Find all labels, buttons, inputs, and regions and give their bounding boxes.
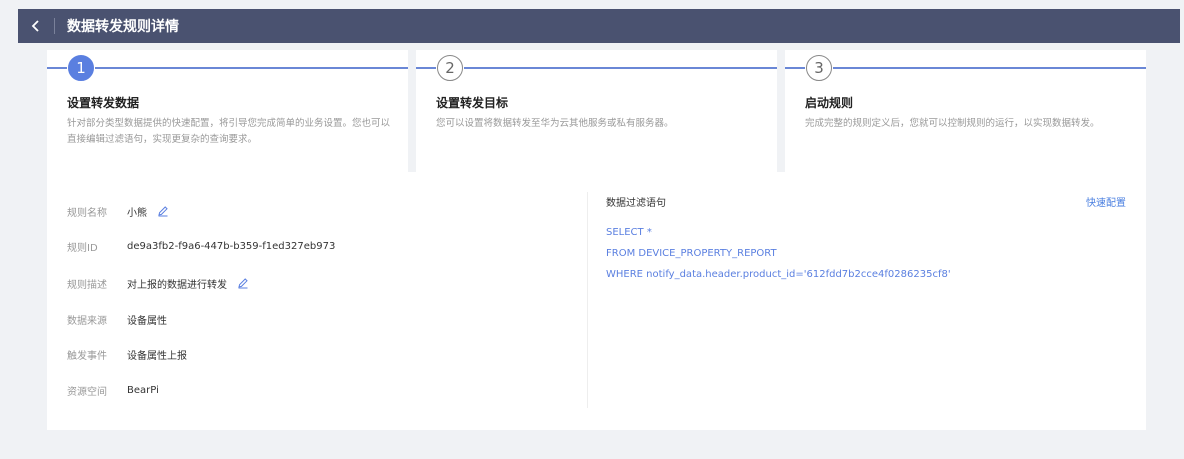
step-line: [833, 67, 1146, 69]
step-desc-2: 您可以设置将数据转发至华为云其他服务或私有服务器。: [436, 118, 674, 129]
step-circle-2: 2: [437, 55, 463, 81]
field-data-source: 数据来源 设备属性: [67, 311, 167, 327]
field-label: 资源空间: [67, 386, 107, 398]
back-button[interactable]: [18, 9, 54, 43]
chevron-left-icon: [31, 20, 39, 32]
step-desc-1: 针对部分类型数据提供的快速配置，将引导您完成简单的业务设置。您也可以直接编辑过滤…: [67, 118, 391, 145]
step-title-2: 设置转发目标: [436, 96, 509, 110]
edit-icon[interactable]: [237, 277, 249, 289]
field-value: 设备属性: [127, 315, 167, 327]
step-title-1: 设置转发数据: [67, 96, 140, 110]
sql-title: 数据过滤语句: [606, 198, 666, 209]
page-title: 数据转发规则详情: [67, 19, 179, 35]
step-line: [47, 67, 67, 69]
step-indicator: 1 设置转发数据 针对部分类型数据提供的快速配置，将引导您完成简单的业务设置。您…: [47, 50, 1146, 172]
column-divider: [587, 192, 588, 408]
field-value: 设备属性上报: [127, 350, 187, 362]
field-label: 数据来源: [67, 315, 107, 327]
step-line: [416, 67, 436, 69]
step-line: [464, 67, 777, 69]
field-rule-id: 规则ID de9a3fb2-f9a6-447b-b359-f1ed327eb97…: [67, 238, 335, 254]
field-value: de9a3fb2-f9a6-447b-b359-f1ed327eb973: [127, 240, 336, 252]
sql-line: SELECT *: [606, 227, 652, 238]
field-rule-desc: 规则描述 对上报的数据进行转发: [67, 275, 249, 291]
field-value: BearPi: [127, 384, 159, 396]
step-gap: [408, 50, 416, 172]
step-1[interactable]: 1 设置转发数据 针对部分类型数据提供的快速配置，将引导您完成简单的业务设置。您…: [47, 50, 408, 172]
step-desc-3: 完成完整的规则定义后，您就可以控制规则的运行，以实现数据转发。: [805, 118, 1100, 129]
step-circle-3: 3: [806, 55, 832, 81]
field-resource-space: 资源空间 BearPi: [67, 382, 159, 398]
field-value: 对上报的数据进行转发: [127, 279, 227, 291]
field-label: 规则ID: [67, 242, 98, 254]
sql-line: FROM DEVICE_PROPERTY_REPORT: [606, 248, 777, 259]
header-divider: [54, 18, 55, 34]
sql-line: WHERE notify_data.header.product_id='612…: [606, 269, 951, 280]
step-3[interactable]: 3 启动规则 完成完整的规则定义后，您就可以控制规则的运行，以实现数据转发。: [785, 50, 1146, 164]
step-circle-1: 1: [68, 55, 94, 81]
step-title-3: 启动规则: [805, 96, 854, 110]
rule-details: 规则名称 小熊 规则ID de9a3fb2-f9a6-447b-b359-f1e…: [47, 172, 1146, 430]
step-line: [785, 67, 805, 69]
field-label: 规则描述: [67, 279, 107, 291]
step-2[interactable]: 2 设置转发目标 您可以设置将数据转发至华为云其他服务或私有服务器。: [416, 50, 777, 164]
quick-config-link[interactable]: 快速配置: [1086, 194, 1126, 209]
field-label: 规则名称: [67, 207, 107, 219]
field-rule-name: 规则名称 小熊: [67, 203, 169, 219]
edit-icon[interactable]: [157, 205, 169, 217]
field-label: 触发事件: [67, 350, 107, 362]
field-value: 小熊: [127, 207, 147, 219]
step-line: [95, 67, 408, 69]
page-header: 数据转发规则详情: [18, 9, 1180, 43]
step-gap: [777, 50, 785, 172]
field-trigger-event: 触发事件 设备属性上报: [67, 346, 187, 362]
